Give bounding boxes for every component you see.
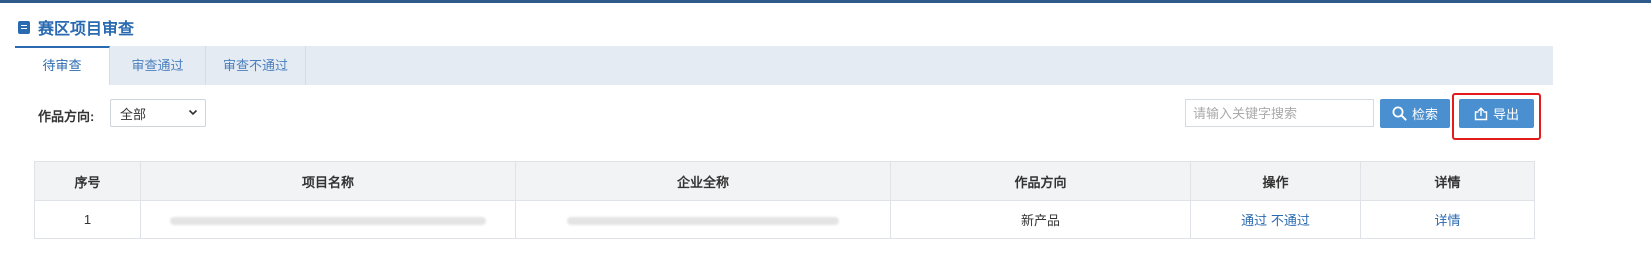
- page-header: 赛区项目审查: [18, 17, 135, 38]
- project-table: 序号 项目名称 企业全称 作品方向 操作 详情 1 新产品 通过 不通过 详情: [34, 161, 1535, 239]
- page-title: 赛区项目审查: [38, 19, 135, 38]
- search-button-label: 检索: [1411, 107, 1438, 122]
- redacted-project-name: [170, 216, 486, 225]
- document-icon: [18, 20, 30, 34]
- export-highlight-box: [1452, 93, 1541, 140]
- table-row: 1 新产品 通过 不通过 详情: [34, 200, 1535, 239]
- row-details: 详情: [1360, 200, 1535, 239]
- row-direction: 新产品: [890, 200, 1191, 239]
- row-company-name: [515, 200, 891, 239]
- header-company-name: 企业全称: [515, 161, 891, 201]
- keyword-search-input[interactable]: [1185, 99, 1374, 127]
- table-header-row: 序号 项目名称 企业全称 作品方向 操作 详情: [34, 161, 1535, 201]
- tab-review-rejected[interactable]: 审查不通过: [206, 46, 306, 85]
- search-button[interactable]: 检索: [1380, 99, 1450, 128]
- details-link[interactable]: 详情: [1434, 213, 1460, 228]
- direction-select-value: 全部: [120, 106, 147, 122]
- row-project-name: [140, 200, 516, 239]
- header-direction: 作品方向: [890, 161, 1191, 201]
- header-index: 序号: [34, 161, 141, 201]
- tab-pending-review[interactable]: 待审查: [15, 46, 110, 85]
- row-actions: 通过 不通过: [1190, 200, 1361, 239]
- row-index: 1: [34, 200, 141, 239]
- header-operation: 操作: [1190, 161, 1361, 201]
- tab-review-approved[interactable]: 审查通过: [110, 46, 206, 85]
- approve-link[interactable]: 通过: [1241, 213, 1267, 228]
- chevron-down-icon: [188, 109, 198, 116]
- search-icon: [1392, 106, 1407, 121]
- header-project-name: 项目名称: [140, 161, 516, 201]
- header-details: 详情: [1360, 161, 1535, 201]
- direction-filter-label: 作品方向:: [38, 109, 95, 124]
- reject-link[interactable]: 不通过: [1271, 213, 1310, 228]
- tab-bar: 待审查 审查通过 审查不通过: [15, 46, 1553, 85]
- direction-select[interactable]: 全部: [110, 99, 206, 127]
- redacted-company-name: [567, 216, 839, 225]
